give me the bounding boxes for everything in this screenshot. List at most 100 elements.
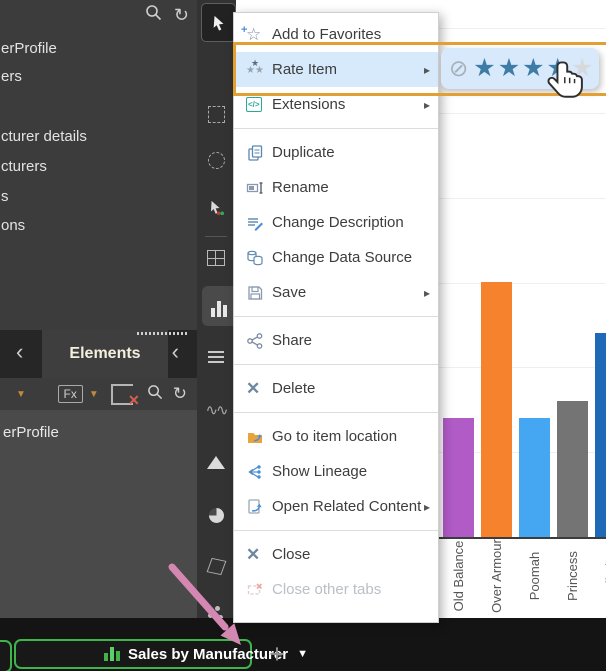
lineage-icon: [246, 463, 272, 481]
submenu-arrow-icon: ▸: [424, 63, 430, 77]
tab-chart-icon: [104, 647, 120, 661]
clear-x-icon: ✕: [128, 392, 140, 409]
fx-caret-icon[interactable]: ▼: [89, 389, 99, 400]
elements-toolbar: ▼ Fx ▼ ✕ ↻: [0, 378, 197, 410]
explorer-item[interactable]: ons: [0, 217, 25, 234]
sparkline-visual-tool[interactable]: ∿∿: [206, 400, 226, 420]
explorer-list: erProfile ers cturer details cturers s ons: [0, 0, 197, 330]
explorer-panel: ↻ erProfileerscturer detailscturerssons …: [0, 0, 198, 618]
new-tab-button[interactable]: +: [262, 642, 292, 668]
share-icon: [246, 332, 272, 350]
chart-x-label: Old Balance: [451, 538, 466, 614]
formula-fx-button[interactable]: Fx: [58, 385, 83, 403]
model-visual-tool[interactable]: [206, 556, 226, 576]
rating-flyout-stars: ★★★★★: [472, 56, 594, 81]
menu-item-save[interactable]: Save ▸: [234, 275, 438, 310]
menu-item-add-to-favorites[interactable]: ☆+ Add to Favorites: [234, 17, 438, 52]
add-favorites-icon: ☆+: [246, 27, 272, 43]
menu-item-duplicate[interactable]: Duplicate: [234, 135, 438, 170]
explorer-item[interactable]: erProfile: [0, 40, 57, 57]
menu-separator: [234, 530, 438, 531]
smart-select-tool[interactable]: [206, 198, 226, 218]
menu-separator: [234, 412, 438, 413]
elements-panel: ‹ Elements ‹ ▼ Fx ▼ ✕ ↻ erPr: [0, 330, 197, 618]
menu-separator: [234, 364, 438, 365]
close-icon: ✕: [246, 545, 272, 565]
chart-bar[interactable]: [519, 418, 550, 537]
tab-elements[interactable]: Elements: [42, 330, 168, 378]
clear-selection-button[interactable]: ✕: [111, 384, 133, 405]
tab-partial-left[interactable]: [0, 640, 12, 671]
menu-item-close-other-tabs: Close other tabs: [234, 572, 438, 607]
chart-x-label: Poomah: [527, 538, 542, 614]
chart-bar[interactable]: [557, 401, 588, 537]
close-other-tabs-icon: [246, 581, 272, 599]
menu-item-extensions[interactable]: </> Extensions ▸: [234, 87, 438, 122]
filter-caret-icon[interactable]: ▼: [16, 389, 26, 400]
related-content-icon: [246, 498, 272, 516]
chart-x-label: Ribuk: [603, 538, 606, 614]
pointer-icon: [211, 14, 227, 32]
elements-item[interactable]: erProfile: [0, 410, 197, 441]
menu-separator: [234, 316, 438, 317]
rating-star-5[interactable]: ★: [571, 56, 593, 81]
tab-sales-by-manufacturer[interactable]: Sales by Manufacturer ▼: [14, 639, 252, 669]
bar-chart-visual-tool[interactable]: [202, 286, 236, 326]
chart-bar[interactable]: [481, 282, 512, 537]
change-description-icon: [246, 214, 272, 232]
rating-star-1[interactable]: ★: [473, 56, 495, 81]
menu-item-change-description[interactable]: Change Description: [234, 205, 438, 240]
explorer-item[interactable]: cturers: [0, 158, 47, 175]
submenu-arrow-icon: ▸: [424, 98, 430, 112]
save-icon: [246, 284, 272, 302]
collapse-left-icon[interactable]: ‹: [16, 342, 23, 362]
chart-x-label: Over Armour: [489, 538, 504, 614]
duplicate-icon: [246, 144, 272, 162]
delete-icon: ✕: [246, 379, 272, 399]
elements-refresh-icon[interactable]: ↻: [173, 384, 187, 404]
menu-item-go-to-item-location[interactable]: Go to item location: [234, 419, 438, 454]
menu-item-share[interactable]: Share: [234, 323, 438, 358]
rating-star-4[interactable]: ★: [547, 56, 569, 81]
menu-separator: [234, 128, 438, 129]
map-visual-tool[interactable]: [206, 452, 226, 472]
tab-menu-caret-icon[interactable]: ▼: [297, 648, 308, 660]
chart-bar[interactable]: [443, 418, 474, 537]
explorer-item[interactable]: s: [0, 188, 9, 205]
menu-item-rename[interactable]: Rename: [234, 170, 438, 205]
menu-item-open-related-content[interactable]: Open Related Content ▸: [234, 489, 438, 524]
rating-star-2[interactable]: ★: [498, 56, 520, 81]
drag-handle-icon[interactable]: [137, 332, 189, 335]
chart-bar[interactable]: [595, 333, 606, 537]
rename-icon: [246, 179, 272, 197]
elements-header: ‹ Elements ‹: [0, 330, 197, 378]
change-data-source-icon: [246, 249, 272, 267]
chart-x-label: Princess: [565, 538, 580, 614]
rate-item-icon: ★★★: [246, 61, 272, 79]
submenu-arrow-icon: ▸: [424, 286, 430, 300]
pointer-tool-button[interactable]: [201, 3, 236, 42]
rating-flyout: ⊘ ★★★★★: [441, 48, 599, 89]
table-visual-tool[interactable]: [206, 248, 226, 268]
submenu-arrow-icon: ▸: [424, 500, 430, 514]
context-menu: ☆+ Add to Favorites ★★★ Rate Item ▸ </> …: [233, 12, 439, 623]
lasso-select-tool[interactable]: [206, 150, 226, 170]
rows-visual-tool[interactable]: [206, 348, 226, 368]
extensions-icon: </>: [246, 97, 272, 112]
app-window: Old Balance Over Armour Poomah Princess Ribu…: [0, 0, 606, 671]
collapse-right-icon[interactable]: ‹: [172, 342, 179, 362]
rating-star-3[interactable]: ★: [522, 56, 544, 81]
menu-item-delete[interactable]: ✕ Delete: [234, 371, 438, 406]
menu-item-change-data-source[interactable]: Change Data Source: [234, 240, 438, 275]
menu-item-rate-item[interactable]: ★★★ Rate Item ▸: [234, 52, 438, 87]
folder-location-icon: [246, 428, 272, 446]
no-rating-icon[interactable]: ⊘: [449, 55, 468, 82]
elements-search-icon[interactable]: [147, 384, 163, 405]
explorer-item[interactable]: cturer details: [0, 128, 87, 145]
explorer-item[interactable]: ers: [0, 68, 22, 85]
rect-select-tool[interactable]: [206, 104, 226, 124]
menu-item-show-lineage[interactable]: Show Lineage: [234, 454, 438, 489]
pie-visual-tool[interactable]: [206, 505, 226, 525]
menu-item-close[interactable]: ✕ Close: [234, 537, 438, 572]
tab-bar: Sales by Manufacturer ▼ +: [0, 618, 606, 671]
